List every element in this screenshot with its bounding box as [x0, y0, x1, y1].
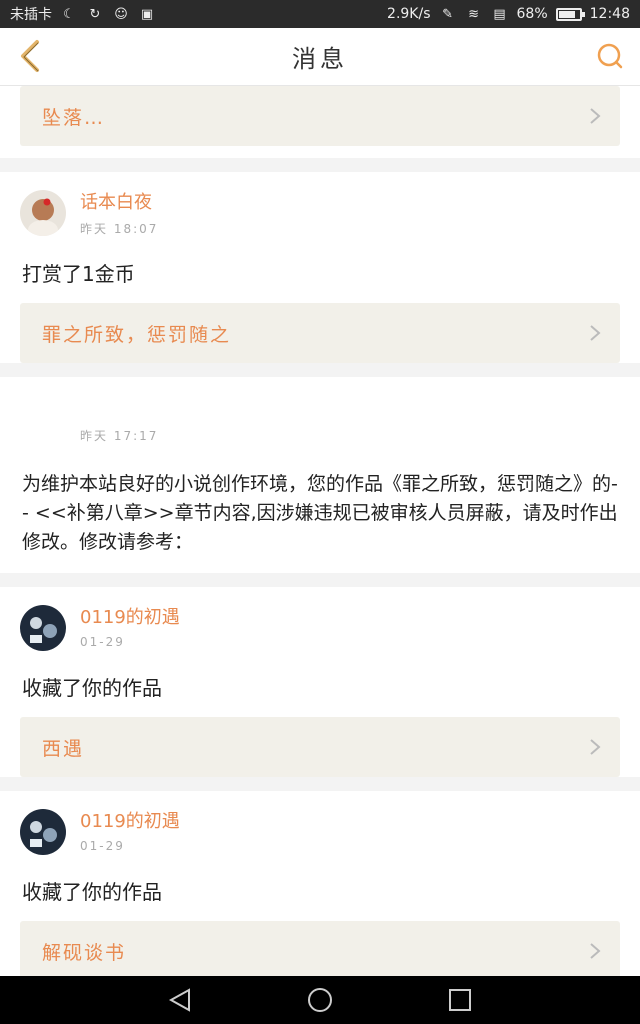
nav-back-button[interactable] [160, 980, 200, 1020]
message-card: 昨天 17:17 为维护本站良好的小说创作环境，您的作品《罪之所致，惩罚随之》的… [0, 377, 640, 573]
message-card: 0119的初遇 01-29 收藏了你的作品 解砚谈书 [0, 791, 640, 976]
nav-home-button[interactable] [300, 980, 340, 1020]
work-title: 罪之所致，惩罚随之 [42, 323, 232, 346]
network-speed: 2.9K/s [387, 6, 431, 22]
page-title: 消息 [292, 45, 348, 73]
work-link[interactable]: 坠落… [20, 86, 620, 146]
carrier-label: 未插卡 [10, 7, 52, 23]
search-icon [597, 43, 623, 69]
clock: 12:48 [589, 6, 630, 22]
work-title: 西遇 [42, 737, 85, 760]
action-text: 打赏了1金币 [22, 262, 135, 286]
square-recents-icon [449, 989, 471, 1011]
chevron-right-icon [590, 943, 601, 959]
message-list[interactable]: 坠落… 话本白夜 昨天 18:07 打赏了1金币 罪之所致，惩罚随之 昨天 17… [0, 86, 640, 976]
nav-recents-button[interactable] [440, 980, 480, 1020]
username[interactable]: 话本白夜 [80, 190, 158, 216]
timestamp: 01-29 [80, 635, 125, 649]
action-text: 收藏了你的作品 [22, 676, 162, 700]
username[interactable]: 0119的初遇 [80, 605, 180, 631]
wifi-icon: ≋ [468, 6, 479, 22]
sim-icon: ▤ [493, 6, 506, 22]
system-nav-bar [0, 976, 640, 1024]
chevron-right-icon [590, 739, 601, 755]
timestamp: 昨天 17:17 [80, 429, 159, 443]
avatar[interactable] [20, 809, 66, 855]
work-link[interactable]: 解砚谈书 [20, 921, 620, 976]
battery-icon [555, 7, 585, 21]
message-card: 0119的初遇 01-29 收藏了你的作品 西遇 [0, 587, 640, 777]
chevron-right-icon [590, 108, 601, 124]
notice-text: 为维护本站良好的小说创作环境，您的作品《罪之所致，惩罚随之》的-- <<补第八章… [22, 473, 618, 553]
message-card: 坠落… [0, 86, 640, 158]
timestamp: 01-29 [80, 839, 125, 853]
app-header: 消息 [0, 28, 640, 86]
face-icon: ☺ [114, 6, 128, 22]
app-icon: ▣ [140, 6, 154, 22]
work-link[interactable]: 西遇 [20, 717, 620, 777]
circle-home-icon [308, 988, 332, 1012]
back-button[interactable] [10, 36, 50, 76]
message-card: 话本白夜 昨天 18:07 打赏了1金币 罪之所致，惩罚随之 [0, 172, 640, 363]
avatar[interactable] [20, 190, 66, 236]
chevron-right-icon [590, 325, 601, 341]
sync-icon: ↻ [89, 6, 101, 22]
avatar[interactable] [20, 605, 66, 651]
work-link[interactable]: 罪之所致，惩罚随之 [20, 303, 620, 363]
search-button[interactable] [590, 36, 630, 76]
timestamp: 昨天 18:07 [80, 222, 159, 236]
work-title: 坠落… [42, 106, 106, 129]
battery-percent: 68% [516, 6, 548, 22]
triangle-back-icon [168, 988, 190, 1012]
username[interactable]: 0119的初遇 [80, 809, 180, 835]
work-title: 解砚谈书 [42, 941, 127, 964]
action-text: 收藏了你的作品 [22, 880, 162, 904]
vibrate-icon: ✎ [442, 6, 453, 22]
status-bar: 未插卡 ☾ ↻ ☺ ▣ 2.9K/s ✎ ≋ ▤ 68% 12:48 [0, 0, 640, 28]
moon-icon: ☾ [63, 6, 75, 22]
chevron-left-icon [21, 40, 39, 72]
